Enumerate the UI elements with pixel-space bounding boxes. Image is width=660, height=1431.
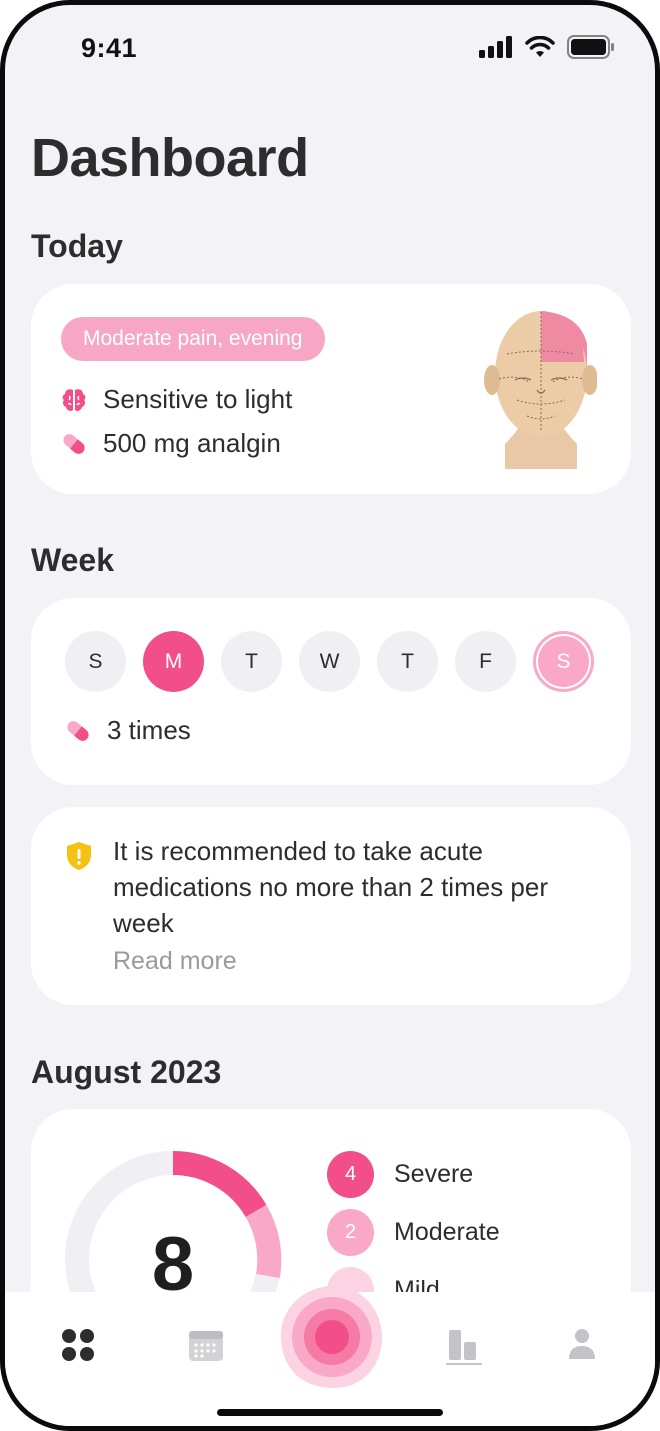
- day-wednesday[interactable]: W: [299, 631, 360, 692]
- day-sunday[interactable]: S: [65, 631, 126, 692]
- phone-screen: 9:41 Dashboard Today Moderate pain, even…: [0, 0, 660, 1431]
- week-card: S M T W T F S 3 times: [31, 598, 631, 785]
- read-more-link[interactable]: Read more: [113, 947, 237, 976]
- day-monday[interactable]: M: [143, 631, 204, 692]
- medication-row: 500 mg analgin: [61, 428, 281, 459]
- signal-icon: [479, 36, 512, 58]
- record-pain-button[interactable]: [277, 1283, 387, 1393]
- profile-icon[interactable]: [568, 1328, 596, 1360]
- day-friday[interactable]: F: [455, 631, 516, 692]
- symptom-label: Sensitive to light: [103, 384, 293, 414]
- home-indicator: [217, 1409, 443, 1416]
- today-section-title: Today: [31, 228, 123, 264]
- status-time: 9:41: [81, 33, 138, 63]
- calendar-icon[interactable]: [188, 1328, 224, 1362]
- month-section-title: August 2023: [31, 1054, 222, 1090]
- advice-card: It is recommended to take acute medicati…: [31, 807, 631, 1005]
- dashboard-icon[interactable]: [61, 1328, 95, 1362]
- symptom-row: Sensitive to light: [61, 384, 292, 415]
- week-days: S M T W T F S: [65, 631, 594, 692]
- statistics-icon[interactable]: [446, 1328, 482, 1366]
- donut-segment-severe: [172, 1151, 267, 1218]
- pill-icon: [63, 433, 85, 454]
- today-card[interactable]: Moderate pain, evening Sensitive to ligh…: [31, 284, 631, 494]
- pill-icon: [67, 720, 89, 741]
- page-title: Dashboard: [31, 128, 309, 188]
- advice-text: It is recommended to take acute medicati…: [113, 836, 548, 938]
- brain-icon: [62, 388, 86, 411]
- legend-severe: 4 Severe: [327, 1145, 500, 1203]
- medication-label: 500 mg analgin: [103, 428, 281, 458]
- head-map-illustration[interactable]: [477, 304, 597, 469]
- medication-count: 3 times: [107, 715, 191, 745]
- day-saturday[interactable]: S: [533, 631, 594, 692]
- legend-label: Severe: [394, 1159, 474, 1188]
- status-icons: [479, 35, 615, 59]
- day-thursday[interactable]: T: [377, 631, 438, 692]
- legend-count: 2: [327, 1208, 374, 1256]
- battery-icon: [567, 35, 614, 59]
- pain-badge: Moderate pain, evening: [61, 317, 325, 361]
- shield-warning-icon: [67, 842, 91, 870]
- wifi-icon: [525, 36, 555, 57]
- week-section-title: Week: [31, 542, 115, 578]
- legend-count: 4: [327, 1150, 374, 1198]
- legend-moderate: 2 Moderate: [327, 1203, 500, 1261]
- legend-label: Moderate: [394, 1217, 500, 1246]
- day-tuesday[interactable]: T: [221, 631, 282, 692]
- medication-count-row: 3 times: [65, 715, 191, 746]
